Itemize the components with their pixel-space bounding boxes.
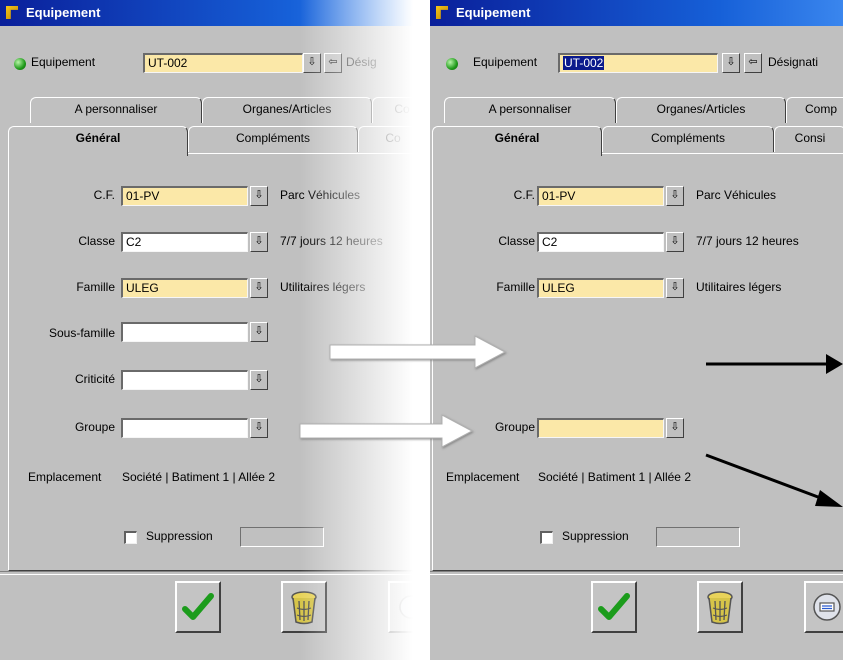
annotation-arrows	[299, 335, 843, 507]
black-arrow-upper	[706, 354, 843, 374]
white-arrow-sousfamille	[329, 335, 507, 369]
white-arrow-groupe	[299, 414, 474, 448]
black-arrow-lower	[705, 453, 843, 507]
